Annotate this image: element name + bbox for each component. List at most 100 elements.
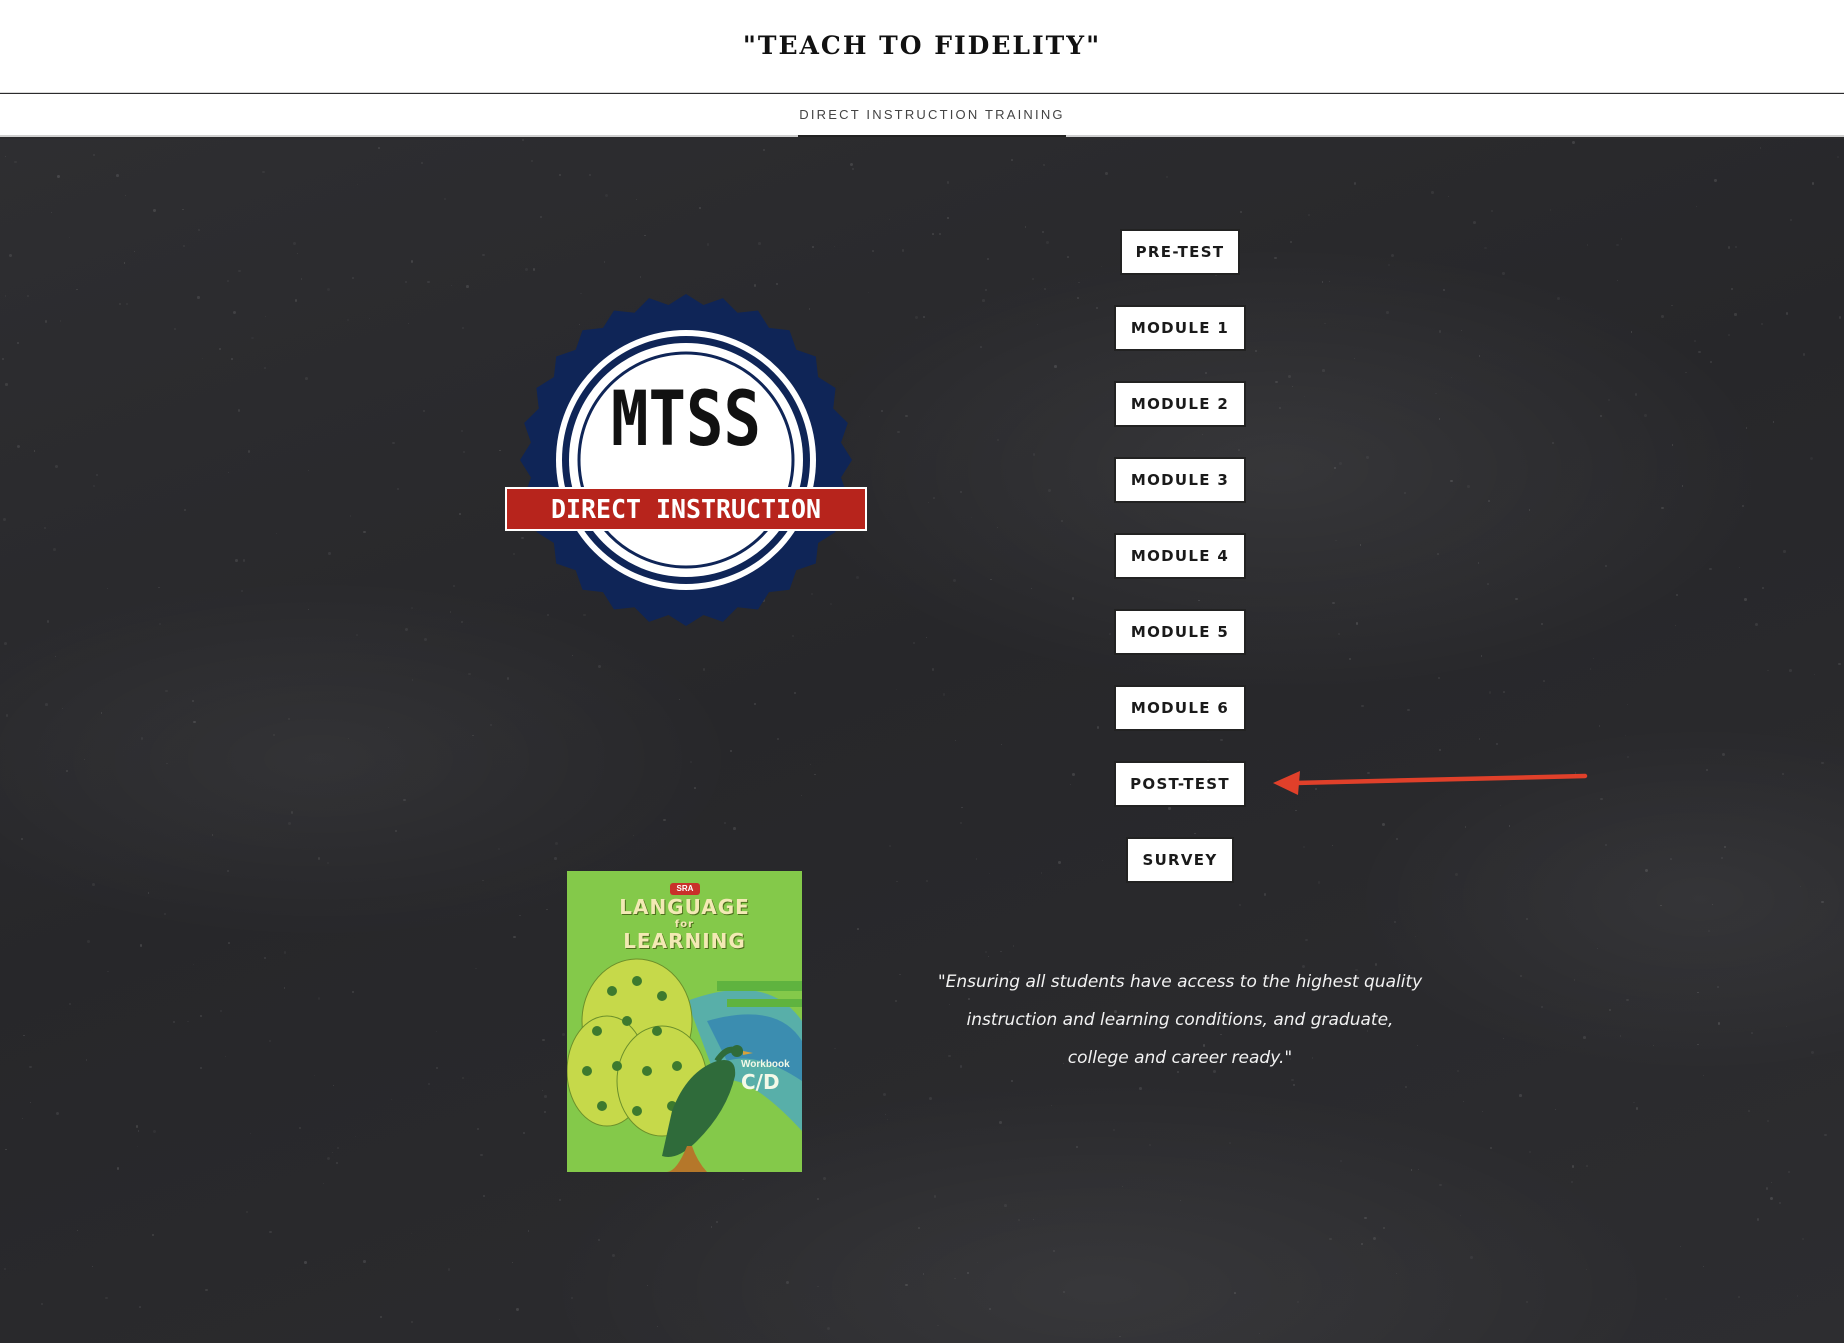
chalk-speck — [116, 1167, 120, 1170]
chalk-speck — [1693, 340, 1696, 343]
chalk-speck — [435, 1030, 438, 1033]
chalk-speck — [1139, 1087, 1143, 1091]
module-1-button[interactable]: MODULE 1 — [1114, 305, 1246, 351]
chalk-speck — [931, 667, 935, 671]
chalk-speck — [597, 1239, 600, 1241]
nav-item-direct-instruction-training[interactable]: DIRECT INSTRUCTION TRAINING — [798, 94, 1066, 137]
chalk-speck — [66, 769, 69, 773]
chalk-speck — [411, 260, 414, 263]
chalk-speck — [50, 211, 53, 214]
chalk-speck — [1508, 825, 1511, 828]
module-3-button[interactable]: MODULE 3 — [1114, 457, 1246, 503]
chalk-speck — [1824, 1133, 1827, 1137]
chalk-speck — [1698, 350, 1701, 353]
chalk-speck — [115, 174, 119, 177]
chalk-speck — [468, 673, 471, 676]
chalk-speck — [297, 252, 299, 254]
chalk-speck — [1263, 893, 1267, 896]
chalk-speck — [336, 1162, 339, 1165]
chalk-speck — [1040, 872, 1043, 874]
chalk-speck — [1467, 485, 1471, 488]
chalk-speck — [123, 261, 126, 264]
chalk-speck — [1583, 1035, 1586, 1039]
chalk-speck — [1728, 246, 1731, 249]
chalk-speck — [21, 838, 24, 841]
chalk-speck — [1502, 1037, 1504, 1040]
chalk-speck — [453, 585, 455, 587]
chalk-speck — [1685, 371, 1687, 374]
post-test-button[interactable]: POST-TEST — [1114, 761, 1246, 807]
chalk-speck — [269, 1230, 272, 1234]
chalk-speck — [1717, 986, 1719, 988]
chalk-speck — [331, 1151, 334, 1154]
chalk-speck — [1354, 358, 1356, 360]
chalk-speck — [1730, 287, 1733, 290]
chalk-speck — [1608, 399, 1611, 402]
module-6-button[interactable]: MODULE 6 — [1114, 685, 1246, 731]
chalk-speck — [663, 818, 666, 821]
chalk-speck — [1355, 622, 1359, 625]
chalk-speck — [1364, 1216, 1367, 1219]
chalk-speck — [998, 1121, 1002, 1125]
chalk-speck — [984, 288, 987, 291]
chalk-speck — [1735, 246, 1738, 249]
chalk-speck — [1193, 449, 1196, 452]
chalk-speck — [1809, 456, 1813, 460]
chalk-speck — [17, 341, 20, 344]
chalk-speck — [1460, 329, 1462, 332]
chalk-speck — [1407, 708, 1410, 712]
chalk-speck — [1388, 264, 1389, 265]
chalk-speck — [76, 1230, 78, 1232]
chalk-speck — [954, 739, 957, 742]
chalk-speck — [379, 1316, 382, 1319]
module-2-button[interactable]: MODULE 2 — [1114, 381, 1246, 427]
chalk-speck — [92, 1265, 94, 1268]
chalk-speck — [1353, 182, 1357, 185]
chalk-speck — [1707, 929, 1710, 932]
chalk-speck — [1760, 323, 1763, 326]
chalk-speck — [100, 712, 103, 714]
chalk-speck — [516, 1308, 519, 1311]
chalk-speck — [1254, 350, 1257, 352]
chalk-speck — [224, 1056, 226, 1058]
chalk-speck — [571, 655, 573, 657]
chalk-speck — [249, 1133, 252, 1135]
chalk-speck — [562, 1032, 565, 1036]
chalk-speck — [304, 1261, 308, 1264]
book-title-line3: LEARNING — [623, 929, 746, 953]
chalk-speck — [699, 207, 701, 210]
chalk-speck — [4, 155, 7, 158]
chalk-speck — [1045, 241, 1049, 244]
chalk-speck — [294, 299, 298, 302]
survey-button[interactable]: SURVEY — [1126, 837, 1234, 883]
chalk-speck — [140, 737, 144, 740]
chalk-speck — [1765, 1186, 1769, 1190]
chalk-speck — [715, 1220, 719, 1224]
chalk-speck — [905, 1283, 908, 1287]
chalk-speck — [1032, 453, 1036, 456]
module-4-button[interactable]: MODULE 4 — [1114, 533, 1246, 579]
chalk-speck — [1318, 881, 1320, 883]
chalk-speck — [5, 383, 8, 386]
chalk-speck — [1790, 219, 1793, 222]
chalk-speck — [1238, 903, 1241, 906]
chalk-speck — [754, 702, 757, 705]
chalk-speck — [1391, 253, 1395, 257]
pre-test-button[interactable]: PRE-TEST — [1120, 229, 1240, 275]
chalk-speck — [1410, 1169, 1413, 1171]
chalk-speck — [522, 139, 524, 141]
chalk-speck — [1838, 316, 1842, 319]
chalk-speck — [987, 956, 989, 958]
chalk-speck — [332, 1084, 335, 1086]
chalk-speck — [511, 1261, 513, 1264]
chalk-speck — [1528, 1150, 1531, 1153]
module-5-button[interactable]: MODULE 5 — [1114, 609, 1246, 655]
chalk-speck — [1734, 313, 1737, 316]
chalk-speck — [1454, 873, 1458, 877]
chalk-speck — [1393, 921, 1397, 924]
chalk-speck — [153, 209, 156, 212]
chalk-speck — [917, 1226, 921, 1229]
chalk-speck — [1571, 1165, 1575, 1168]
chalk-speck — [337, 1146, 340, 1149]
chalk-speck — [4, 1267, 7, 1271]
